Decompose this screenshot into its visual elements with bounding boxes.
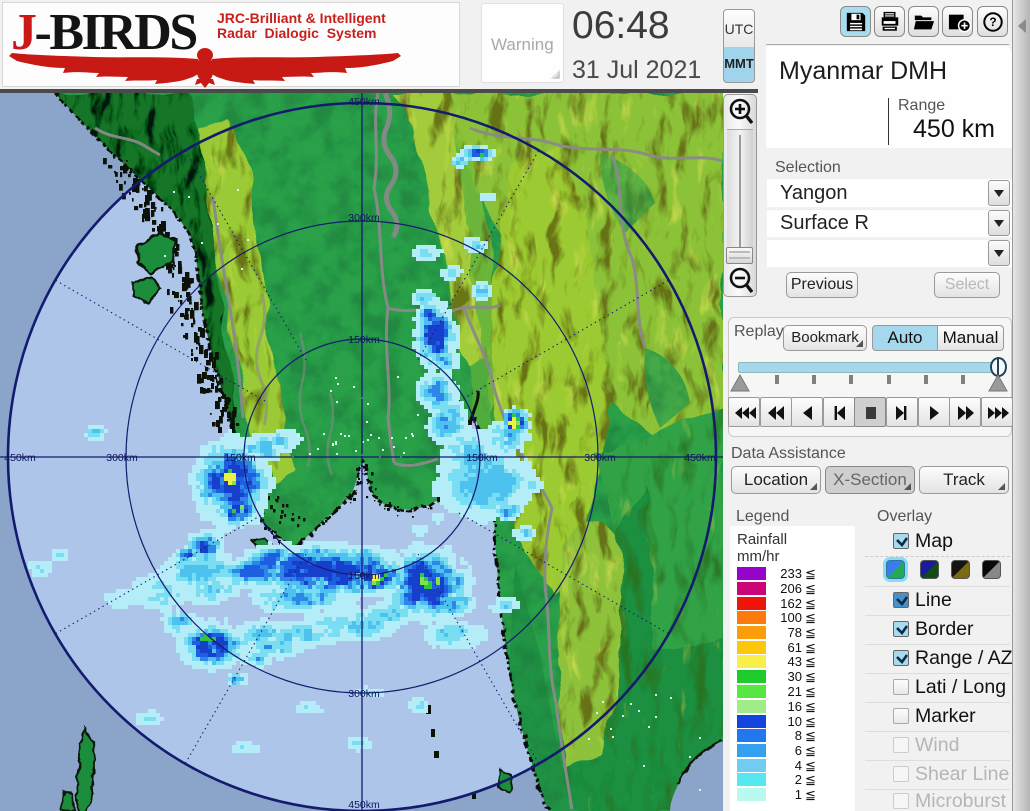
svg-text:150km: 150km bbox=[348, 334, 380, 346]
svg-text:300km: 300km bbox=[348, 212, 380, 224]
svg-text:150km: 150km bbox=[224, 452, 256, 464]
svg-text:450km: 450km bbox=[684, 452, 716, 464]
svg-text:300km: 300km bbox=[584, 452, 616, 464]
svg-text:?: ? bbox=[989, 15, 996, 29]
svg-text:450km: 450km bbox=[348, 799, 380, 811]
svg-text:450km: 450km bbox=[348, 96, 380, 108]
svg-text:450km: 450km bbox=[4, 452, 36, 464]
svg-text:300km: 300km bbox=[348, 688, 380, 700]
svg-text:150km: 150km bbox=[466, 452, 498, 464]
svg-text:150km: 150km bbox=[348, 570, 380, 582]
svg-text:300km: 300km bbox=[106, 452, 138, 464]
